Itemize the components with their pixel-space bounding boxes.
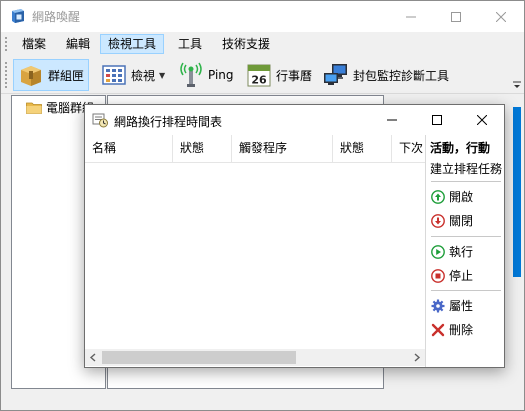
window-title: 網路喚醒 <box>32 10 81 24</box>
view-label: 檢視 <box>131 68 156 83</box>
action-run-label: 執行 <box>449 245 474 259</box>
menu-file[interactable]: 檔案 <box>14 34 54 54</box>
menu-tools[interactable]: 工具 <box>170 34 210 54</box>
menu-bar: 檔案 編輯 檢視工具 工具 技術支援 <box>1 32 524 56</box>
action-open-label: 開啟 <box>449 190 474 204</box>
column-header-status-2[interactable]: 狀態 <box>333 135 392 162</box>
column-header-next-run[interactable]: 下次 <box>392 135 425 162</box>
dialog-close-button[interactable] <box>459 105 504 135</box>
calendar-day: 26 <box>251 74 267 87</box>
menu-support[interactable]: 技術支援 <box>214 34 278 54</box>
calendar-icon: 26 <box>247 64 271 87</box>
column-header-trigger[interactable]: 觸發程序 <box>232 135 333 162</box>
maximize-icon <box>431 115 442 125</box>
dialog-title: 網路換行排程時間表 <box>114 115 223 129</box>
scheduler-icon <box>92 113 108 128</box>
action-properties-label: 屬性 <box>449 299 474 313</box>
action-run[interactable]: 執行 <box>431 243 473 260</box>
divider <box>431 236 501 237</box>
action-delete[interactable]: 刪除 <box>431 321 473 338</box>
actions-title: 活動，行動 <box>430 141 491 155</box>
column-header-status[interactable]: 狀態 <box>173 135 232 162</box>
dialog-title-bar: 網路換行排程時間表 <box>85 105 504 135</box>
action-stop[interactable]: 停止 <box>431 267 473 284</box>
calendar-button[interactable]: 26 行事曆 <box>241 59 317 91</box>
column-header-name[interactable]: 名稱 <box>85 135 173 162</box>
task-list[interactable]: 名稱 狀態 觸發程序 狀態 下次 <box>85 135 426 367</box>
stop-icon <box>431 268 445 283</box>
group-tray-icon <box>21 66 41 86</box>
toolbar: 群組匣 檢視 ▼ Ping 26 行事曆 封包監控診斷工具 <box>1 56 524 94</box>
antenna-icon <box>180 62 202 87</box>
dialog-maximize-button[interactable] <box>414 105 459 135</box>
calendar-label: 行事曆 <box>276 68 313 83</box>
play-icon <box>431 244 445 259</box>
packet-monitor-button[interactable]: 封包監控診斷工具 <box>318 59 454 91</box>
close-icon <box>476 115 487 125</box>
schedule-dialog: 網路換行排程時間表 名稱 狀態 觸發程序 狀態 下次 活動，行動 建立排程任務 … <box>84 104 505 368</box>
menu-view-tools[interactable]: 檢視工具 <box>100 34 165 54</box>
title-bar: 網路喚醒 <box>1 1 524 32</box>
header-divider <box>85 162 425 163</box>
group-tray-button[interactable]: 群組匣 <box>13 59 90 91</box>
ping-button[interactable]: Ping <box>173 59 239 91</box>
maximize-icon <box>450 11 461 22</box>
create-task-link[interactable]: 建立排程任務 <box>430 160 502 177</box>
ping-label: Ping <box>208 68 234 82</box>
gear-icon <box>431 299 445 312</box>
minimize-icon <box>405 16 416 17</box>
close-icon <box>495 11 506 22</box>
horizontal-scrollbar[interactable] <box>85 349 425 366</box>
action-open[interactable]: 開啟 <box>431 188 473 205</box>
action-delete-label: 刪除 <box>449 323 474 337</box>
action-stop-label: 停止 <box>449 269 474 283</box>
background-panel-edge <box>513 107 521 277</box>
minimize-button[interactable] <box>388 1 433 32</box>
group-tray-label: 群組匣 <box>48 68 85 83</box>
action-close-label: 關閉 <box>449 214 474 228</box>
minimize-icon <box>386 119 397 121</box>
down-arrow-icon <box>431 213 445 228</box>
packet-monitor-label: 封包監控診斷工具 <box>353 68 450 83</box>
toolbar-overflow-icon[interactable] <box>512 80 522 90</box>
folder-icon <box>26 102 42 114</box>
actions-pane: 活動，行動 建立排程任務 開啟 關閉 執行 停止 屬性 刪除 <box>427 135 504 367</box>
action-close[interactable]: 關閉 <box>431 212 473 229</box>
scrollbar-thumb[interactable] <box>102 351 296 364</box>
menu-grip <box>5 37 7 51</box>
up-arrow-icon <box>431 189 445 204</box>
app-icon <box>12 9 24 23</box>
scroll-right-icon[interactable] <box>412 353 421 362</box>
divider <box>431 290 501 291</box>
delete-x-icon <box>431 323 445 336</box>
chevron-down-icon: ▼ <box>159 70 166 80</box>
network-monitor-icon <box>324 64 347 85</box>
divider <box>431 181 501 182</box>
grid-view-icon <box>102 65 126 85</box>
close-button[interactable] <box>478 1 523 32</box>
toolbar-grip <box>5 62 7 88</box>
scroll-left-icon[interactable] <box>89 353 98 362</box>
dialog-minimize-button[interactable] <box>369 105 414 135</box>
menu-edit[interactable]: 編輯 <box>58 34 98 54</box>
maximize-button[interactable] <box>433 1 478 32</box>
action-properties[interactable]: 屬性 <box>431 297 473 314</box>
view-dropdown-button[interactable]: 檢視 ▼ <box>96 59 170 91</box>
